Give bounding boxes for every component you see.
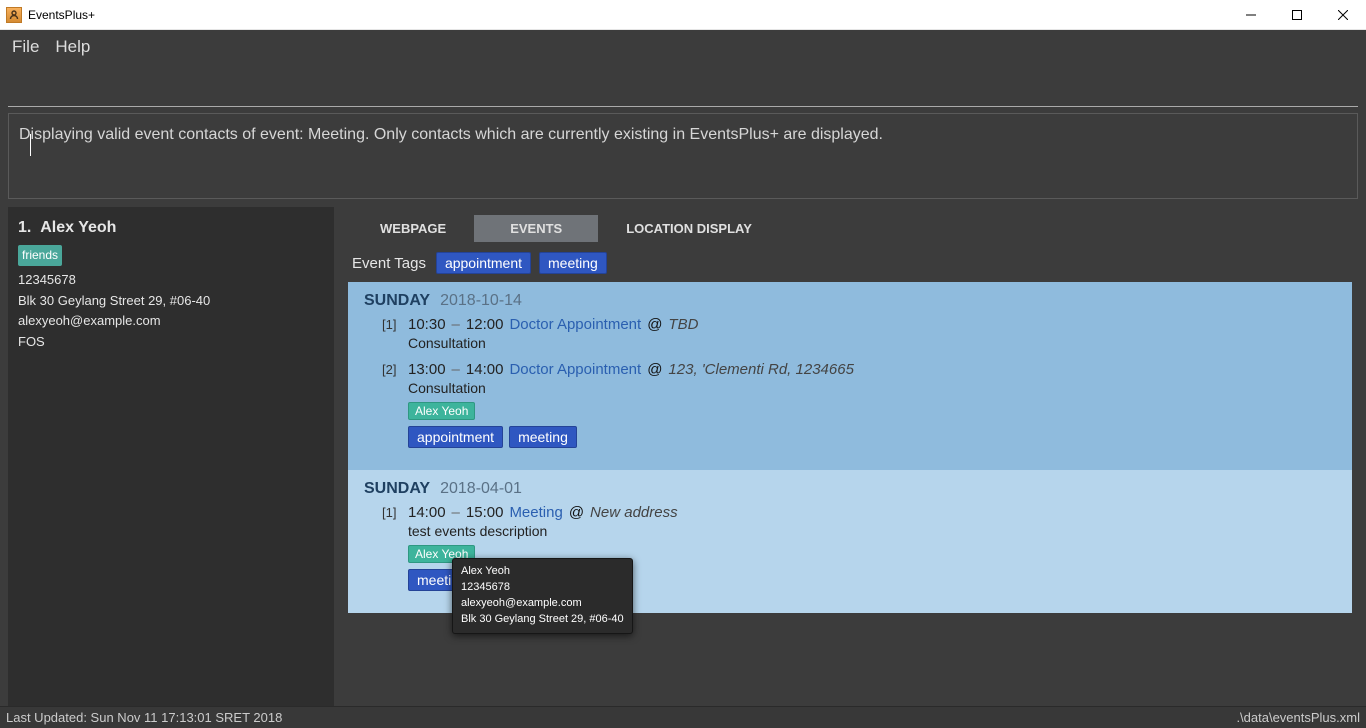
window-title: EventsPlus+: [28, 8, 95, 22]
menu-help[interactable]: Help: [55, 37, 90, 57]
event-dash: –: [452, 316, 460, 333]
event-location: 123, 'Clementi Rd, 1234665: [668, 361, 854, 378]
event-tags-row: Event Tags appointment meeting: [352, 252, 1352, 274]
event-person[interactable]: Alex Yeoh: [408, 402, 475, 420]
event-start: 10:30: [408, 316, 446, 333]
minimize-button[interactable]: [1228, 0, 1274, 30]
event-index: [1]: [382, 317, 402, 332]
event-tag[interactable]: meeting: [539, 252, 607, 274]
event-at: @: [569, 504, 584, 521]
day-of-week: SUNDAY: [364, 480, 430, 498]
event-dash: –: [452, 361, 460, 378]
tab-events[interactable]: EVENTS: [474, 215, 598, 242]
contact-name: Alex Yeoh: [40, 219, 116, 236]
day-block: SUNDAY 2018-04-01 [1] 14:00 – 15:00 Meet…: [348, 470, 1352, 613]
day-date: 2018-04-01: [440, 480, 522, 498]
event-desc: test events description: [408, 523, 1336, 539]
maximize-button[interactable]: [1274, 0, 1320, 30]
status-last-updated: Last Updated: Sun Nov 11 17:13:01 SRET 2…: [6, 710, 282, 725]
event-tag[interactable]: appointment: [436, 252, 531, 274]
contact-email: alexyeoh@example.com: [18, 311, 324, 332]
app-icon: [6, 7, 22, 23]
titlebar: EventsPlus+: [0, 0, 1366, 30]
event-row[interactable]: [1] 10:30 – 12:00 Doctor Appointment @ T…: [382, 316, 1336, 351]
day-date: 2018-10-14: [440, 292, 522, 310]
event-tags-label: Event Tags: [352, 255, 426, 272]
tabs: WEBPAGE EVENTS LOCATION DISPLAY: [352, 215, 1352, 242]
events-panel: WEBPAGE EVENTS LOCATION DISPLAY Event Ta…: [342, 207, 1358, 706]
event-index: [2]: [382, 362, 402, 377]
event-end: 14:00: [466, 361, 504, 378]
event-title: Meeting: [509, 504, 562, 521]
status-file-path: .\data\eventsPlus.xml: [1236, 710, 1360, 725]
tooltip-name: Alex Yeoh: [461, 564, 624, 580]
tooltip-phone: 12345678: [461, 580, 624, 596]
menubar: File Help: [0, 30, 1366, 63]
event-title: Doctor Appointment: [509, 316, 641, 333]
event-dash: –: [452, 504, 460, 521]
event-location: TBD: [668, 316, 698, 333]
result-message: Displaying valid event contacts of event…: [8, 113, 1358, 199]
contact-tooltip: Alex Yeoh 12345678 alexyeoh@example.com …: [452, 558, 633, 634]
event-at: @: [647, 316, 662, 333]
tooltip-address: Blk 30 Geylang Street 29, #06-40: [461, 612, 624, 628]
day-block: SUNDAY 2018-10-14 [1] 10:30 – 12:00 Doct…: [348, 282, 1352, 470]
contact-card[interactable]: 1. Alex Yeoh friends 12345678 Blk 30 Gey…: [18, 215, 324, 353]
event-at: @: [647, 361, 662, 378]
close-button[interactable]: [1320, 0, 1366, 30]
status-bar: Last Updated: Sun Nov 11 17:13:01 SRET 2…: [0, 706, 1366, 728]
event-location: New address: [590, 504, 678, 521]
text-cursor: [30, 134, 31, 156]
contact-fos: FOS: [18, 332, 324, 353]
contact-panel: 1. Alex Yeoh friends 12345678 Blk 30 Gey…: [8, 207, 334, 706]
event-desc: Consultation: [408, 335, 1336, 351]
event-end: 12:00: [466, 316, 504, 333]
event-tag[interactable]: appointment: [408, 426, 503, 448]
event-start: 14:00: [408, 504, 446, 521]
contact-address: Blk 30 Geylang Street 29, #06-40: [18, 291, 324, 312]
tooltip-email: alexyeoh@example.com: [461, 596, 624, 612]
event-desc: Consultation: [408, 380, 1336, 396]
day-of-week: SUNDAY: [364, 292, 430, 310]
event-list: SUNDAY 2018-10-14 [1] 10:30 – 12:00 Doct…: [348, 282, 1352, 706]
event-title: Doctor Appointment: [509, 361, 641, 378]
tab-webpage[interactable]: WEBPAGE: [352, 215, 474, 242]
window-buttons: [1228, 0, 1366, 30]
tab-location[interactable]: LOCATION DISPLAY: [598, 215, 780, 242]
contact-index: 1.: [18, 219, 31, 236]
event-tag[interactable]: meeting: [509, 426, 577, 448]
command-input[interactable]: [8, 69, 1358, 107]
event-end: 15:00: [466, 504, 504, 521]
menu-file[interactable]: File: [12, 37, 39, 57]
event-row[interactable]: [2] 13:00 – 14:00 Doctor Appointment @ 1…: [382, 361, 1336, 448]
event-start: 13:00: [408, 361, 446, 378]
event-index: [1]: [382, 505, 402, 520]
contact-phone: 12345678: [18, 270, 324, 291]
contact-tag: friends: [18, 245, 62, 266]
